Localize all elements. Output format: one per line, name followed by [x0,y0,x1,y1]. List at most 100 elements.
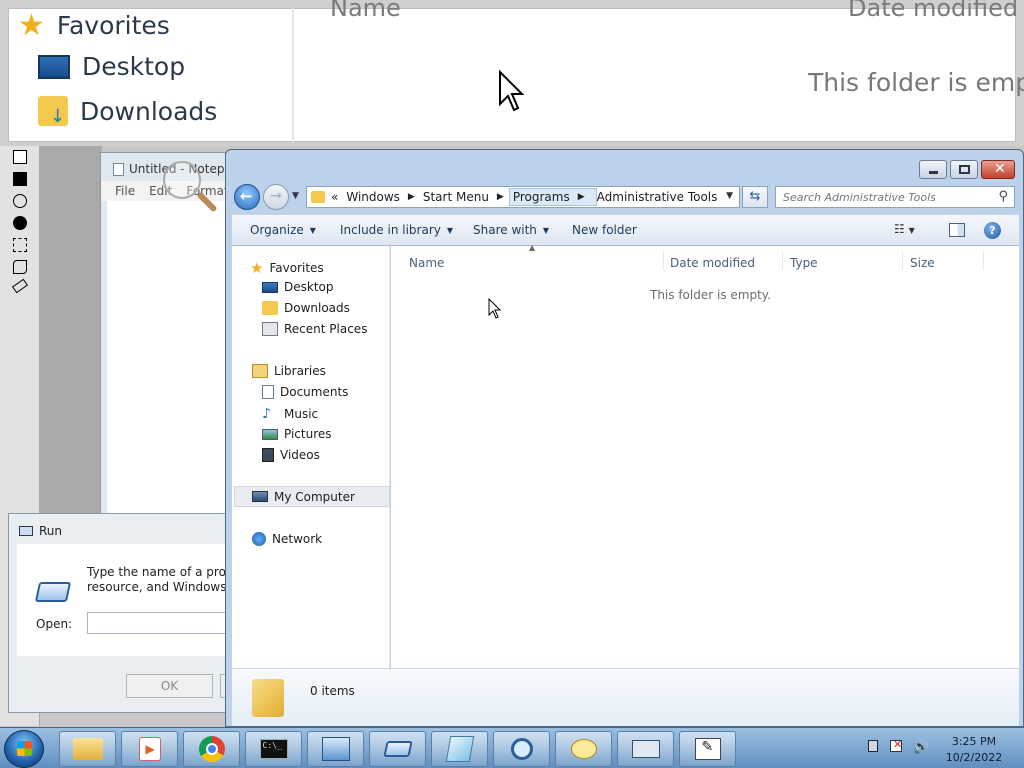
nav-favorites[interactable]: ★ Favorites [250,259,324,277]
include-in-library-button[interactable]: Include in library ▼ [340,223,453,237]
network-icon [252,532,266,546]
taskbar-command-prompt[interactable]: C:\_ [245,731,302,767]
taskbar-magnifier[interactable] [493,731,550,767]
new-folder-button[interactable]: New folder [572,223,637,237]
system-clock[interactable]: 3:25 PM 10/2/2022 [936,734,1012,766]
select-tool-icon[interactable] [13,238,27,252]
desktop-icon [38,54,70,79]
menu-file[interactable]: File [115,184,135,198]
view-options-button[interactable]: ☷ ▼ [894,222,915,236]
taskbar-paint[interactable]: ✎ [679,731,736,767]
breadcrumb-arrow-icon[interactable]: ▶ [408,192,415,202]
notepad-text-area[interactable] [107,201,231,517]
tray-network-icon[interactable] [868,740,882,754]
address-bar[interactable]: « Windows ▶ Start Menu ▶ Programs ▶ Adminis… [306,186,740,208]
search-input[interactable] [776,187,986,207]
mag-downloads: ↓ Downloads [38,96,217,127]
column-header-date-modified[interactable]: Date modified [670,256,755,270]
address-overflow[interactable]: « [331,190,338,204]
run-open-input[interactable] [87,612,237,634]
column-header-name[interactable]: Name [409,256,444,270]
refresh-button[interactable]: ⇆ [742,186,768,208]
nav-libraries-label: Libraries [274,364,326,378]
tray-action-center-icon[interactable]: ✕ [890,738,904,754]
taskbar-control-panel[interactable] [307,731,364,767]
breadcrumb-start-menu[interactable]: Start Menu ▶ [423,190,512,204]
nav-documents[interactable]: Documents [262,385,348,399]
run-ok-button[interactable]: OK [126,674,213,698]
nav-downloads[interactable]: Downloads [262,301,350,315]
recent-places-icon [262,322,278,336]
taskbar-media-player[interactable]: ▶ [121,731,178,767]
recent-pages-chevron-icon[interactable]: ▼ [292,191,299,201]
nav-music-label: Music [284,407,319,421]
windows-logo-icon [17,741,32,756]
free-select-tool-icon[interactable] [13,260,27,274]
keyboard-icon [631,740,660,758]
chevron-down-icon: ▼ [446,225,454,235]
nav-network[interactable]: Network [252,532,322,546]
notepad-window[interactable]: Untitled - Notepad File Edit Format [100,152,239,517]
close-button[interactable]: ✕ [981,160,1015,179]
nav-my-computer[interactable]: My Computer [234,486,390,507]
taskbar-explorer[interactable] [59,731,116,767]
forward-button[interactable]: → [263,184,289,210]
nav-favorites-label: Favorites [269,261,324,275]
rectangle-outline-tool-icon[interactable] [13,150,27,164]
rectangle-filled-tool-icon[interactable] [13,172,27,186]
breadcrumb-windows[interactable]: Windows ▶ [346,190,423,204]
magnifier-icon [510,738,533,760]
taskbar: ▶ C:\_ ✎ ✕ 🔊 3:25 PM 10/2/2022 [0,727,1024,768]
taskbar-on-screen-keyboard[interactable] [617,731,674,767]
nav-libraries[interactable]: Libraries [252,364,326,378]
ellipse-filled-tool-icon[interactable] [13,216,27,230]
pictures-icon [262,428,278,440]
nav-pictures[interactable]: Pictures [262,427,332,441]
sort-indicator-icon: ▲ [529,243,536,252]
maximize-button[interactable] [950,160,978,179]
magnifier-view: ★ Favorites Desktop ↓ Downloads Name Dat… [0,0,1024,146]
downloads-folder-icon: ↓ [38,96,68,127]
breadcrumb-arrow-icon[interactable]: ▶ [578,192,585,202]
desktop-icon [262,281,278,293]
breadcrumb-programs[interactable]: Programs ▶ [508,188,597,206]
search-icon[interactable]: ⚲ [998,189,1008,204]
nav-desktop[interactable]: Desktop [262,280,334,294]
magnifier-divider [292,8,294,142]
column-header-type[interactable]: Type [790,256,818,270]
mag-favorites: ★ Favorites [18,8,170,43]
minimize-button[interactable] [919,160,947,179]
column-divider[interactable] [782,252,783,270]
nav-videos[interactable]: Videos [262,448,320,462]
run-dialog[interactable]: Run Type the name of a program, resource… [8,513,261,713]
preview-pane-button[interactable] [949,223,965,237]
search-box[interactable]: ⚲ [775,186,1015,208]
taskbar-run[interactable] [369,731,426,767]
back-arrow-icon: ← [240,187,253,205]
tray-volume-icon[interactable]: 🔊 [913,740,929,755]
run-icon [382,741,413,757]
taskbar-help[interactable] [555,731,612,767]
taskbar-chrome[interactable] [183,731,240,767]
share-with-button[interactable]: Share with ▼ [473,223,549,237]
address-dropdown-icon[interactable]: ▼ [726,191,733,201]
back-button[interactable]: ← [234,184,260,210]
column-divider[interactable] [902,252,903,270]
ellipse-outline-tool-icon[interactable] [13,194,27,208]
breadcrumb-arrow-icon[interactable]: ▶ [497,192,504,202]
help-button[interactable]: ? [984,222,1001,239]
taskbar-notepad[interactable] [431,731,488,767]
nav-music[interactable]: ♪ Music [262,406,318,422]
minimize-icon [929,171,938,174]
start-button[interactable] [4,730,44,768]
organize-button[interactable]: Organize ▼ [250,223,316,237]
column-header-size[interactable]: Size [910,256,935,270]
file-list-pane[interactable]: ▲ Name Date modified Type Size This fold… [391,243,1019,668]
column-divider[interactable] [663,252,664,270]
eraser-tool-icon[interactable] [11,278,29,294]
breadcrumb-admin-tools[interactable]: Administrative Tools [597,190,718,204]
nav-recent-places[interactable]: Recent Places [262,322,367,336]
explorer-window[interactable]: ✕ ← → ▼ « Windows ▶ Start Menu ▶ Programs ▶… [225,149,1024,727]
paint-workspace [40,146,102,516]
column-divider[interactable] [983,252,984,270]
